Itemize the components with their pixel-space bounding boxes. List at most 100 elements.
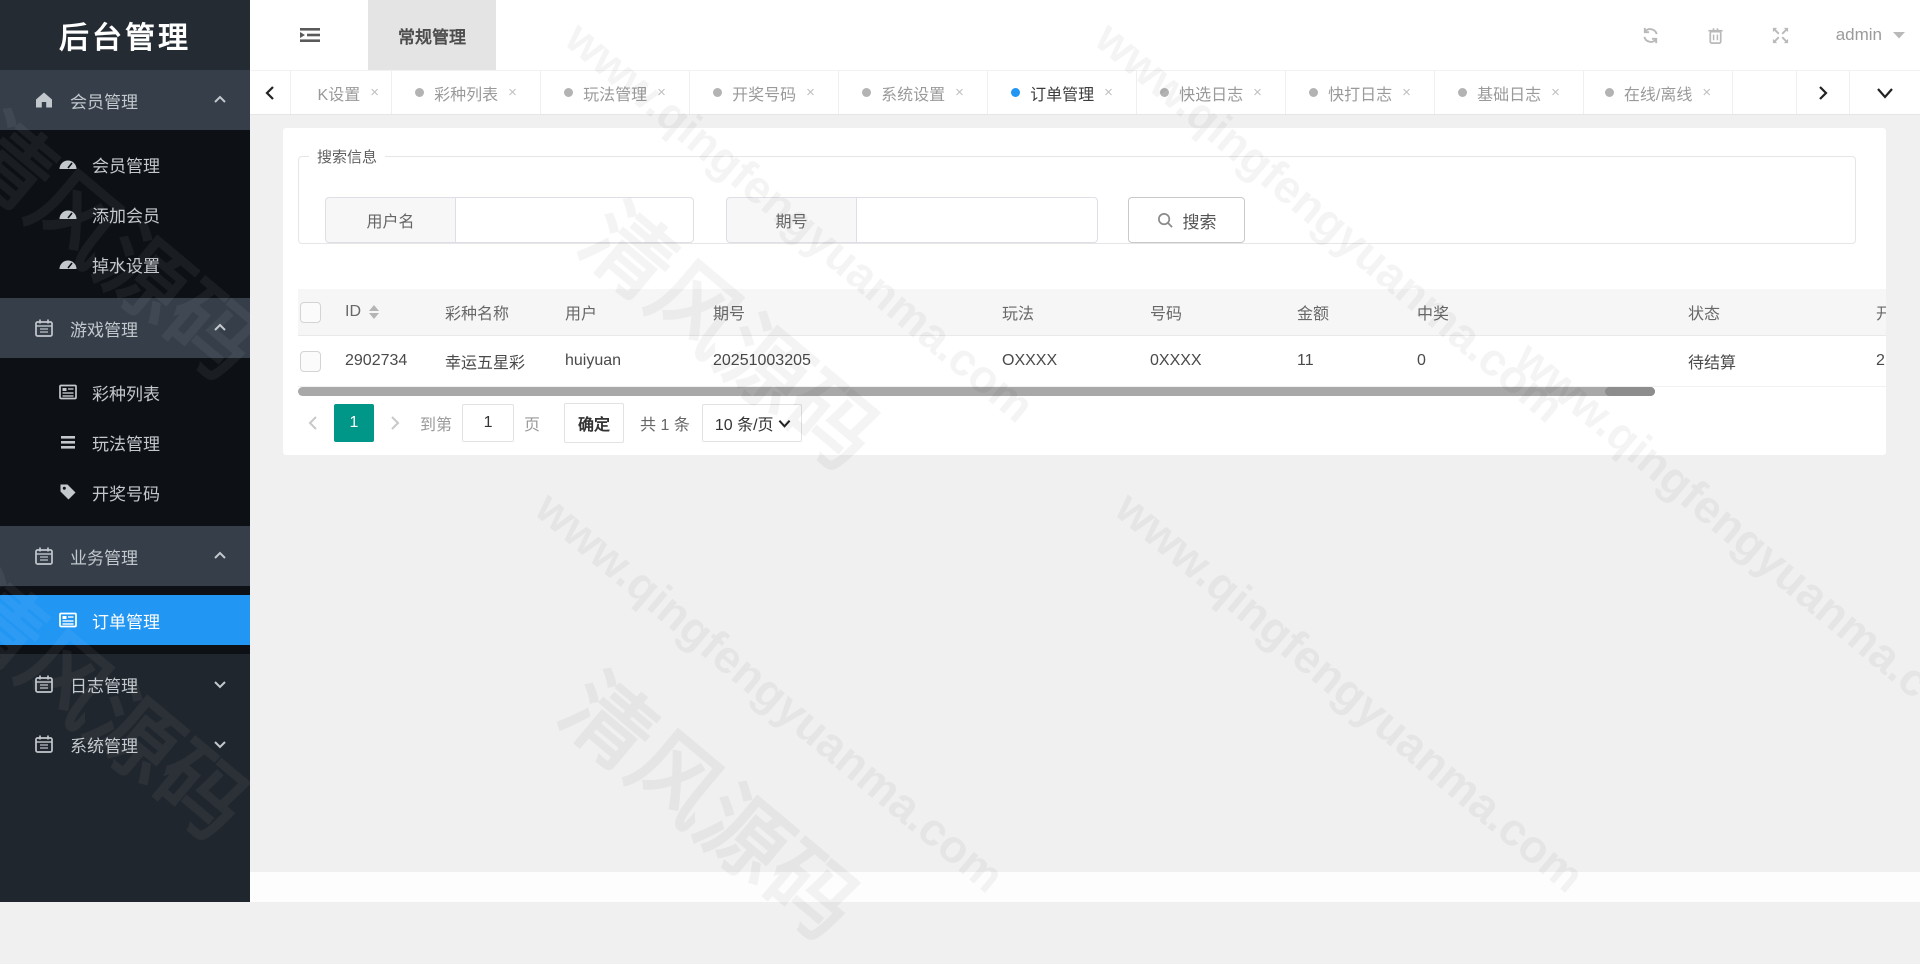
close-icon[interactable]: × [1104,84,1113,101]
tab-label: 玩法管理 [583,81,647,105]
chevron-up-icon [212,320,228,336]
calendar-icon [34,734,54,754]
tab-menu-chevron-down-icon[interactable] [1849,71,1920,114]
tabbar: K设置 × 彩种列表 × 玩法管理 × 开奖号码 × 系统设置 × 订单管理 ×… [250,70,1920,115]
chevron-down-icon [212,676,228,692]
sidebar-section-label: 日志管理 [70,672,138,697]
tab-lottery-list[interactable]: 彩种列表 × [392,71,541,114]
tab-dot [1160,88,1169,97]
sidebar-submenu-member: 会员管理 添加会员 掉水设置 [0,130,250,298]
cell-status: 待结算 [1688,349,1876,373]
tag-icon [58,482,78,502]
sidebar-section-system[interactable]: 系统管理 [0,714,250,774]
user-menu[interactable]: admin [1836,25,1906,45]
chevron-up-icon [212,92,228,108]
tab-quick-print-log[interactable]: 快打日志 × [1286,71,1435,114]
tab-scroll-left-icon[interactable] [250,71,290,114]
sidebar-section-label: 系统管理 [70,732,138,757]
close-icon[interactable]: × [1253,84,1262,101]
module-tab-general[interactable]: 常规管理 [368,0,496,70]
tab-order-manage[interactable]: 订单管理 × [988,71,1137,114]
sidebar-item-add-member[interactable]: 添加会员 [0,189,250,239]
sidebar-item-lottery-list[interactable]: 彩种列表 [0,367,250,417]
close-icon[interactable]: × [1551,84,1560,101]
trash-icon[interactable] [1706,26,1725,45]
pagination: 1 到第 页 确定 共 1 条 10 条/页 [298,404,802,442]
tab-scroll-right-icon[interactable] [1796,71,1849,114]
close-icon[interactable]: × [657,84,666,101]
close-icon[interactable]: × [1402,84,1411,101]
tab-k-setting[interactable]: K设置 × [290,71,392,114]
goto-label: 到第 [420,411,452,435]
close-icon[interactable]: × [955,84,964,101]
close-icon[interactable]: × [508,84,517,101]
scrollbar-thumb-end[interactable] [1605,387,1655,396]
sidebar-item-label: 玩法管理 [92,430,160,455]
search-icon [1157,212,1174,229]
sidebar-item-water-setting[interactable]: 掉水设置 [0,239,250,289]
sidebar-section-business[interactable]: 业务管理 [0,526,250,586]
collapse-sidebar-icon[interactable] [296,21,324,49]
username-field-label: 用户名 [325,197,455,243]
horizontal-scrollbar [298,387,1886,396]
cell-id: 2902734 [345,352,445,370]
tab-play-manage[interactable]: 玩法管理 × [541,71,690,114]
sidebar-item-order-manage[interactable]: 订单管理 [0,595,250,645]
tab-online-offline[interactable]: 在线/离线 × [1584,71,1733,114]
tab-quick-select-log[interactable]: 快选日志 × [1137,71,1286,114]
next-page-icon[interactable] [380,415,410,431]
page-size-select[interactable]: 10 条/页 [702,404,802,442]
tab-label: 快打日志 [1328,81,1392,105]
current-page-button[interactable]: 1 [334,404,374,442]
column-header-number: 号码 [1150,300,1297,324]
close-icon[interactable]: × [1702,84,1711,101]
search-panel-title: 搜索信息 [309,146,385,167]
sidebar-item-label: 添加会员 [92,202,160,227]
cell-number: 0XXXX [1150,352,1297,370]
row-checkbox[interactable] [300,351,321,372]
scrollbar-thumb[interactable] [298,387,1655,396]
page-unit-label: 页 [524,411,540,435]
orders-table: ID 彩种名称 用户 期号 玩法 号码 金额 中奖 状态 开 2902734 幸… [298,289,1886,387]
sidebar-section-game[interactable]: 游戏管理 [0,298,250,358]
close-icon[interactable]: × [370,84,379,101]
goto-page-input[interactable] [462,404,514,442]
sidebar-section-log[interactable]: 日志管理 [0,654,250,714]
sidebar-section-label: 会员管理 [70,88,138,113]
bottom-scroll-area[interactable] [250,872,1920,902]
search-field-issue: 期号 [726,197,1098,243]
tab-draw-number[interactable]: 开奖号码 × [690,71,839,114]
home-icon [34,90,54,110]
sidebar-item-label: 会员管理 [92,152,160,177]
tab-basic-log[interactable]: 基础日志 × [1435,71,1584,114]
tab-label: K设置 [318,81,361,105]
fullscreen-icon[interactable] [1771,26,1790,45]
tab-dot [1011,88,1020,97]
tab-dot [862,88,871,97]
sidebar-section-member[interactable]: 会员管理 [0,70,250,130]
sidebar-item-label: 掉水设置 [92,252,160,277]
goto-confirm-button[interactable]: 确定 [564,403,624,443]
username-label: admin [1836,25,1882,45]
prev-page-icon[interactable] [298,415,328,431]
issue-field-label: 期号 [726,197,856,243]
sort-icon[interactable] [369,305,379,319]
select-all-checkbox[interactable] [300,302,321,323]
chevron-down-icon [212,736,228,752]
cell-lottery: 幸运五星彩 [445,349,565,373]
column-header-id[interactable]: ID [345,303,445,321]
close-icon[interactable]: × [806,84,815,101]
sidebar-item-draw-number[interactable]: 开奖号码 [0,467,250,517]
search-button[interactable]: 搜索 [1128,197,1245,243]
refresh-icon[interactable] [1641,26,1660,45]
sidebar-item-play-manage[interactable]: 玩法管理 [0,417,250,467]
sidebar-item-member-list[interactable]: 会员管理 [0,139,250,189]
issue-input[interactable] [856,197,1098,243]
sidebar-submenu-business: 订单管理 [0,586,250,654]
tab-system-setting[interactable]: 系统设置 × [839,71,988,114]
username-input[interactable] [455,197,694,243]
column-header-clipped: 开 [1876,300,1886,324]
sidebar: 后台管理 会员管理 会员管理 添加会员 掉水设置 [0,0,250,902]
calendar-icon [34,546,54,566]
cell-play: OXXXX [1002,352,1150,370]
